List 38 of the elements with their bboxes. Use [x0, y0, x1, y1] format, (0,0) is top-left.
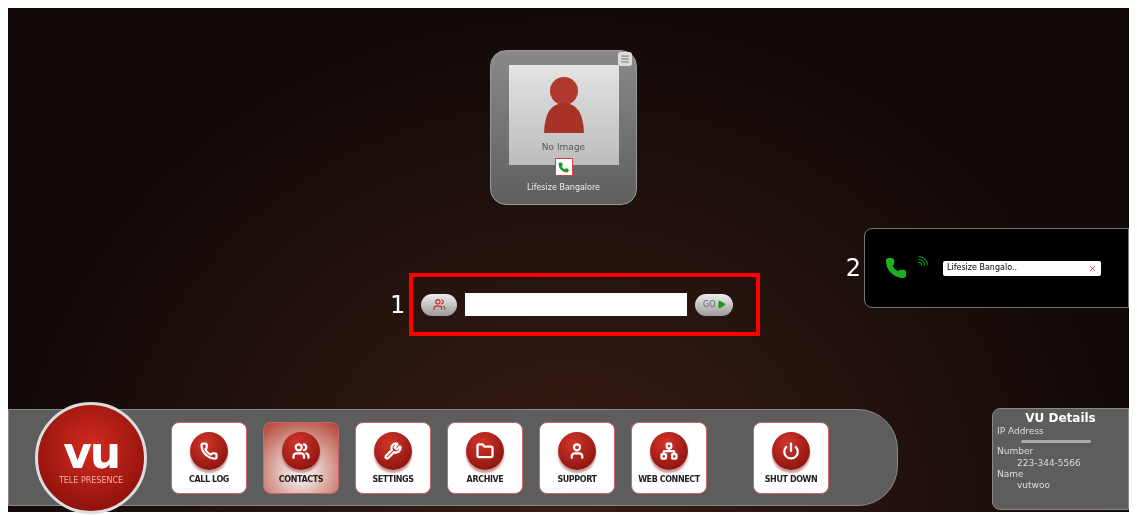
- details-title: VU Details: [1024, 411, 1097, 426]
- nav-glyph-icon: [374, 431, 412, 470]
- dial-field[interactable]: [465, 293, 688, 316]
- nav-glyph-icon: [650, 431, 688, 470]
- call-name-field[interactable]: Lifesize Bangalo..: [943, 260, 1101, 276]
- step-marker: 2: [845, 256, 861, 280]
- go-button[interactable]: GO: [695, 293, 734, 316]
- field-value: 223-344-5566: [1016, 457, 1082, 469]
- nav-tile[interactable]: WEB CONNECT: [631, 421, 707, 494]
- nav-glyph-icon: [772, 431, 810, 470]
- nav-tile[interactable]: SHUT DOWN: [753, 421, 829, 494]
- nav-tile[interactable]: SUPPORT: [539, 421, 615, 494]
- field-value: vutwoo: [1016, 480, 1051, 492]
- step-marker: 1: [390, 292, 406, 317]
- field-label: Name: [997, 468, 1025, 480]
- nav-tile[interactable]: CALL LOG: [171, 421, 247, 494]
- image-caption: No Image: [541, 143, 586, 152]
- logo-title: vu: [63, 430, 119, 475]
- logo-subtitle: TELE PRESENCE: [58, 476, 124, 485]
- field-label: Number: [997, 446, 1035, 458]
- hang-up-icon: [1088, 263, 1097, 273]
- contacts-button[interactable]: [421, 293, 458, 316]
- play-icon: [716, 300, 726, 309]
- field-label: IP Address: [997, 426, 1045, 438]
- people-icon: [432, 298, 446, 311]
- nav-glyph-icon: [282, 431, 320, 470]
- nav-tile[interactable]: SETTINGS: [355, 421, 431, 494]
- nav-glyph-icon: [558, 431, 596, 470]
- nav-tile[interactable]: CONTACTS: [263, 421, 339, 494]
- contact-card[interactable]: No Image Lifesize Bangalore: [490, 50, 637, 205]
- nav-tile[interactable]: ARCHIVE: [447, 421, 523, 494]
- contact-name: Lifesize Bangalore: [526, 182, 601, 194]
- nav-glyph-icon: [190, 431, 228, 470]
- logo[interactable]: vu TELE PRESENCE: [35, 401, 147, 514]
- phone-icon: [885, 257, 907, 279]
- blurred-value: [1021, 440, 1091, 444]
- nav-glyph-icon: [466, 431, 504, 470]
- call-icon[interactable]: [554, 158, 573, 176]
